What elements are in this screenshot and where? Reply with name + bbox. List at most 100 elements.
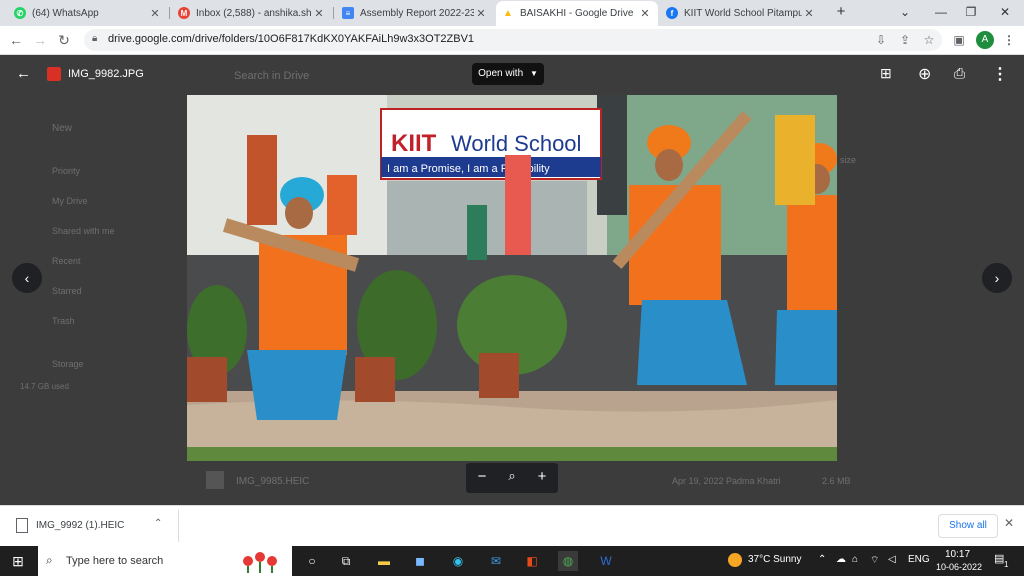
- share-icon[interactable]: ⇪: [896, 30, 914, 50]
- chevron-up-icon[interactable]: ⌃: [154, 518, 162, 529]
- drive-nav-trash: Trash: [52, 316, 75, 326]
- drive-size-header: size: [840, 155, 857, 165]
- windows-taskbar: ⊞ ⌕ Type here to search ○ ⧉ ▬ ◼ ◉ ✉ ◧ ◍ …: [0, 546, 1024, 576]
- zoom-magnifier-icon[interactable]: ⌕: [502, 468, 522, 484]
- close-icon[interactable]: ✕: [1004, 516, 1014, 530]
- notification-count: 1: [1004, 560, 1009, 569]
- close-icon[interactable]: ✕: [148, 7, 162, 20]
- tab-strip: ✆ (64) WhatsApp ✕ M Inbox (2,588) - ansh…: [0, 0, 1024, 26]
- more-options-icon[interactable]: ⋮: [992, 64, 1008, 84]
- drive-file-row-name: IMG_9985.HEIC: [236, 476, 310, 487]
- taskbar-search[interactable]: ⌕ Type here to search: [38, 546, 292, 576]
- close-icon[interactable]: ✕: [638, 7, 652, 20]
- image-file-icon: [47, 67, 61, 81]
- chevron-down-icon: ▼: [529, 69, 538, 78]
- drive-nav-priority: Priority: [52, 166, 81, 176]
- drive-storage-used: 14.7 GB used: [20, 382, 69, 391]
- docs-icon: ≡: [342, 7, 354, 19]
- windows-start-icon[interactable]: ⊞: [8, 551, 28, 571]
- close-window-icon[interactable]: ✕: [990, 2, 1020, 22]
- network-icon[interactable]: ⌂: [852, 554, 858, 565]
- cloud-icon[interactable]: ☁: [836, 554, 846, 565]
- add-to-drive-icon[interactable]: ⊞: [880, 65, 892, 82]
- menu-dots-icon[interactable]: ⋮: [1000, 30, 1018, 50]
- previous-image-button[interactable]: ‹: [12, 263, 42, 293]
- close-icon[interactable]: ✕: [802, 7, 816, 20]
- file-thumbnail: [206, 471, 224, 489]
- add-comment-icon[interactable]: ⊕: [918, 64, 931, 84]
- weather-text[interactable]: 37°C Sunny: [748, 554, 801, 565]
- close-icon[interactable]: ✕: [474, 7, 488, 20]
- wifi-icon[interactable]: ⌔: [870, 554, 879, 567]
- notification-icon[interactable]: ▤: [994, 552, 1004, 565]
- drive-nav-shared: Shared with me: [52, 226, 115, 236]
- minimize-icon[interactable]: —: [926, 2, 956, 22]
- show-all-button[interactable]: Show all: [938, 514, 998, 538]
- drive-file-row-date: Apr 19, 2022 Padma Khatri: [672, 476, 781, 486]
- flowers-search-highlight-icon: [238, 549, 288, 573]
- language-indicator[interactable]: ENG: [908, 554, 930, 565]
- lock-icon: 🔒︎: [92, 33, 98, 44]
- zoom-controls: − ⌕ +: [466, 463, 558, 493]
- facebook-icon: f: [666, 7, 678, 19]
- drive-nav-starred: Starred: [52, 286, 82, 296]
- forward-arrow-icon[interactable]: →: [30, 30, 50, 50]
- drive-nav-my-drive: My Drive: [52, 196, 88, 206]
- drive-file-row-size: 2.6 MB: [822, 476, 851, 486]
- edge-icon[interactable]: ◉: [448, 551, 468, 571]
- profile-avatar[interactable]: A: [976, 31, 994, 49]
- back-arrow-icon[interactable]: ←: [16, 65, 31, 82]
- tab-drive[interactable]: ▲ BAISAKHI - Google Drive ✕: [496, 1, 658, 26]
- search-icon: ⌕: [46, 553, 53, 567]
- open-with-button[interactable]: Open with ▼: [472, 63, 544, 85]
- tab-facebook[interactable]: f KIIT World School Pitampura ✕: [660, 2, 822, 24]
- file-icon: [16, 518, 28, 533]
- drive-nav-storage: Storage: [52, 359, 84, 369]
- drive-new-button: New: [52, 123, 73, 134]
- zoom-out-icon[interactable]: −: [472, 468, 492, 485]
- browser-toolbar: ← → ↻ 🔒︎ drive.google.com/drive/folders/…: [0, 26, 1024, 55]
- file-explorer-icon[interactable]: ▬: [374, 551, 394, 571]
- bookmark-star-icon[interactable]: ☆: [920, 30, 938, 50]
- install-icon[interactable]: ⇩: [872, 30, 890, 50]
- mail-icon[interactable]: ✉: [486, 551, 506, 571]
- next-image-button[interactable]: ›: [982, 263, 1012, 293]
- volume-icon[interactable]: ◁: [888, 554, 896, 565]
- svg-text:World School: World School: [451, 131, 581, 156]
- task-view-icon[interactable]: ⧉: [336, 551, 356, 571]
- clock-time[interactable]: 10:17: [945, 549, 970, 560]
- reload-icon[interactable]: ↻: [54, 30, 74, 50]
- drive-search-placeholder: Search in Drive: [234, 70, 310, 82]
- tab-docs[interactable]: ≡ Assembly Report 2022-23 - G ✕: [336, 2, 494, 24]
- gmail-icon: M: [178, 7, 190, 19]
- sun-icon: [728, 553, 742, 567]
- cortana-icon[interactable]: ○: [302, 551, 322, 571]
- whatsapp-icon: ✆: [14, 7, 26, 19]
- print-icon[interactable]: ⎙: [954, 65, 965, 82]
- restore-icon[interactable]: ❐: [956, 2, 986, 22]
- tab-search-chevron-icon[interactable]: ⌄: [890, 2, 920, 22]
- url-text[interactable]: drive.google.com/drive/folders/10O6F817K…: [108, 33, 474, 45]
- side-panel-icon[interactable]: ▣: [950, 30, 968, 50]
- svg-text:KIIT: KIIT: [391, 130, 437, 157]
- drive-icon: ▲: [503, 8, 513, 19]
- download-bar: IMG_9992 (1).HEIC ⌃ Show all ✕: [0, 505, 1024, 547]
- drive-nav-recent: Recent: [52, 256, 81, 266]
- office-icon[interactable]: ◧: [522, 551, 542, 571]
- back-arrow-icon[interactable]: ←: [6, 30, 26, 50]
- download-item[interactable]: IMG_9992 (1).HEIC ⌃: [12, 512, 172, 540]
- clock-date[interactable]: 10-06-2022: [936, 562, 982, 572]
- zoom-in-icon[interactable]: +: [532, 468, 552, 485]
- tab-whatsapp[interactable]: ✆ (64) WhatsApp ✕: [8, 2, 168, 24]
- close-icon[interactable]: ✕: [312, 7, 326, 20]
- image-viewer-overlay: Search in Drive New Priority My Drive Sh…: [0, 55, 1024, 505]
- viewer-filename: IMG_9982.JPG: [68, 68, 144, 80]
- photo-image: KIIT World School I am a Promise, I am a…: [187, 95, 837, 461]
- store-icon[interactable]: ◼: [410, 551, 430, 571]
- new-tab-button[interactable]: +: [826, 2, 856, 22]
- chevron-up-icon[interactable]: ⌃: [818, 554, 826, 565]
- chrome-icon[interactable]: ◍: [558, 551, 578, 571]
- tab-gmail[interactable]: M Inbox (2,588) - anshika.sharm ✕: [172, 2, 332, 24]
- address-bar[interactable]: 🔒︎ drive.google.com/drive/folders/10O6F8…: [84, 29, 942, 51]
- word-icon[interactable]: W: [596, 551, 616, 571]
